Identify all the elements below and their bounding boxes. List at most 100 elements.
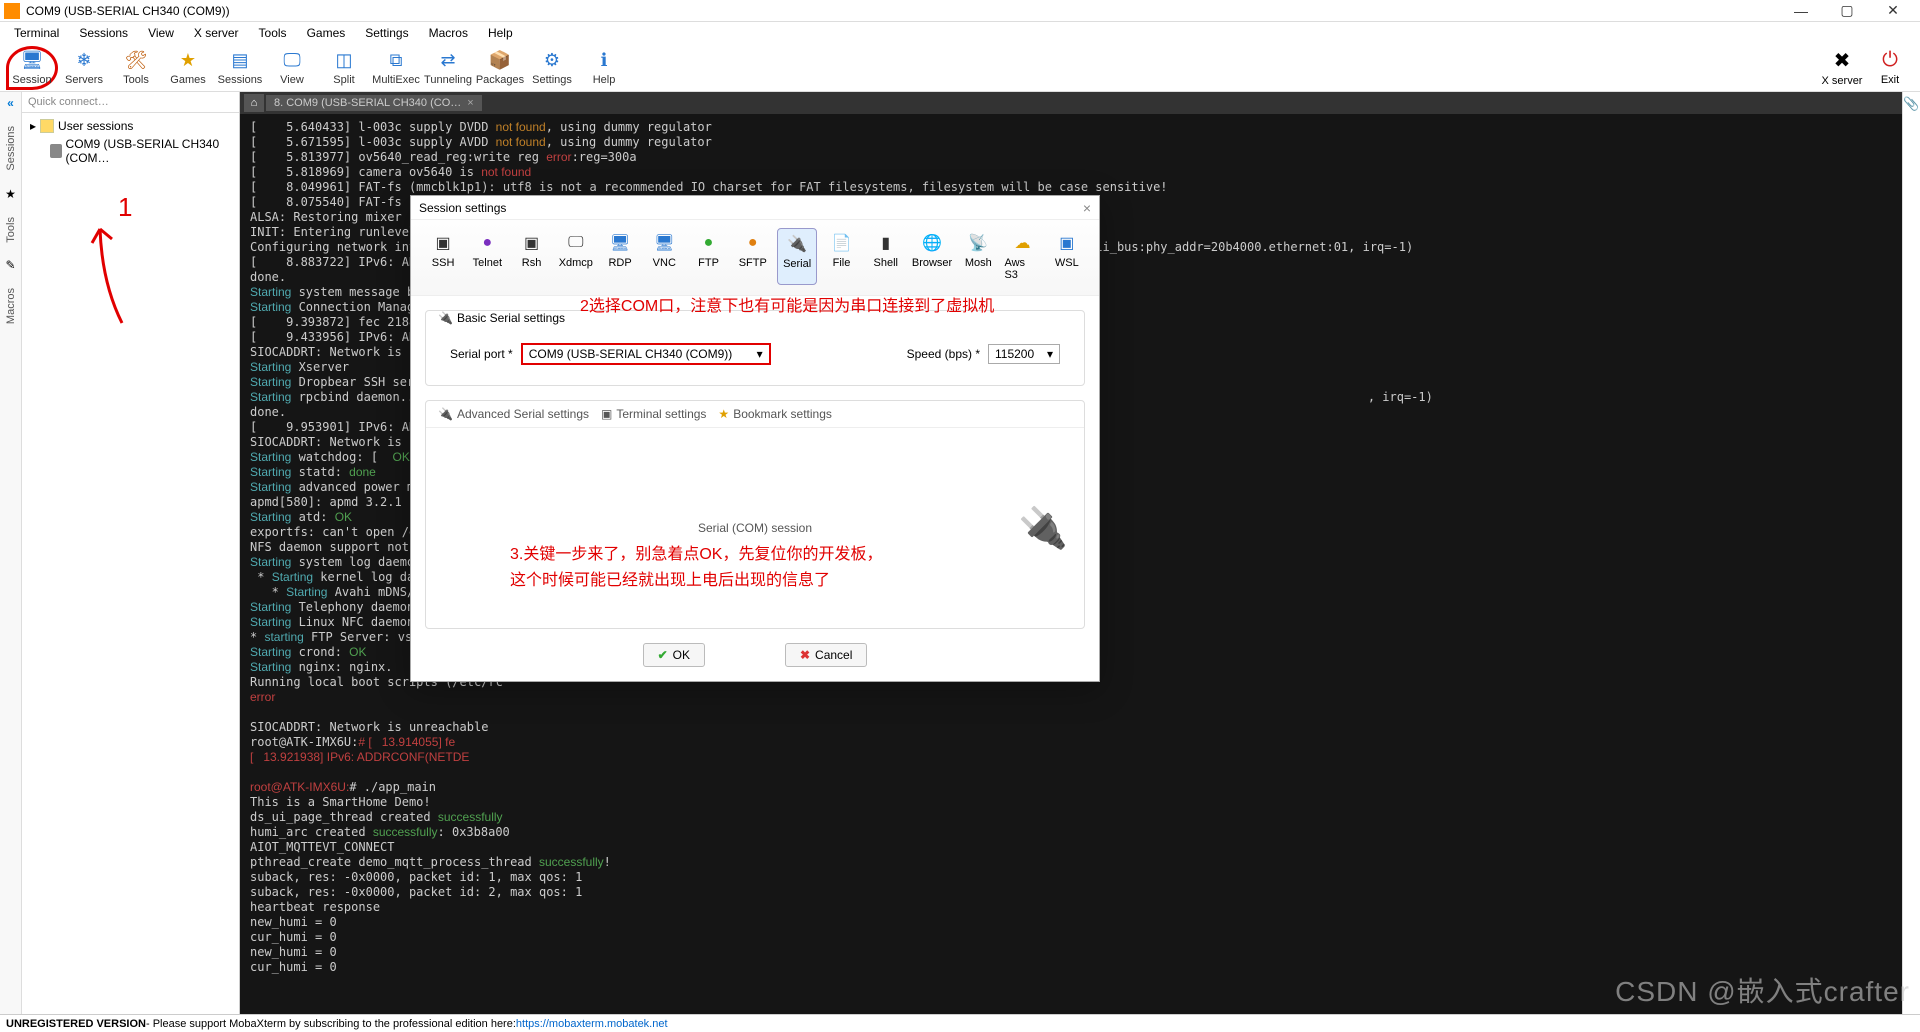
serial-port-value: COM9 (USB-SERIAL CH340 (COM9))	[529, 347, 733, 361]
dialog-title: Session settings	[419, 201, 506, 215]
minimize-button[interactable]: —	[1778, 0, 1824, 22]
proto-wsl[interactable]: ▣WSL	[1047, 228, 1087, 285]
serial-port-label: Serial port *	[450, 347, 513, 361]
servers-icon: ❄	[73, 50, 95, 72]
tab-advanced-serial[interactable]: 🔌Advanced Serial settings	[438, 407, 589, 421]
menu-bar: TerminalSessionsViewX serverToolsGamesSe…	[0, 22, 1920, 44]
toolbar-help-button[interactable]: ℹHelp	[578, 46, 630, 90]
sftp-icon: ●	[742, 232, 764, 254]
plug-icon: 🔌	[438, 407, 453, 421]
speed-combo[interactable]: 115200 ▾	[988, 344, 1060, 364]
menu-terminal[interactable]: Terminal	[6, 24, 67, 42]
folder-icon	[40, 119, 54, 133]
terminal-home-tab[interactable]: ⌂	[244, 94, 264, 112]
proto-sftp[interactable]: ●SFTP	[733, 228, 773, 285]
serial-port-combo[interactable]: COM9 (USB-SERIAL CH340 (COM9)) ▾	[521, 343, 771, 365]
toolbar-multiexec-button[interactable]: ⧉MultiExec	[370, 46, 422, 90]
vtab-macros[interactable]: Macros	[3, 282, 19, 330]
tab-terminal-settings[interactable]: ▣Terminal settings	[601, 407, 706, 421]
toolbar-view-button[interactable]: 🖵View	[266, 46, 318, 90]
menu-tools[interactable]: Tools	[251, 24, 295, 42]
menu-games[interactable]: Games	[299, 24, 354, 42]
vtab-tools[interactable]: Tools	[3, 211, 19, 249]
proto-aws-s3[interactable]: ☁Aws S3	[1002, 228, 1042, 285]
toolbar-settings-button[interactable]: ⚙Settings	[526, 46, 578, 90]
speed-value: 115200	[995, 347, 1034, 361]
settings-icon: ⚙	[541, 50, 563, 72]
annotation-arrow-1	[82, 223, 132, 333]
menu-x-server[interactable]: X server	[186, 24, 247, 42]
toolbar-sessions-button[interactable]: ▤Sessions	[214, 46, 266, 90]
star-icon: ★	[718, 407, 729, 421]
x-server-icon: ✖	[1834, 48, 1851, 73]
cancel-button[interactable]: ✖Cancel	[785, 643, 867, 667]
toolbar-session-button[interactable]: 🖥Session	[6, 46, 58, 90]
maximize-button[interactable]: ▢	[1824, 0, 1870, 22]
dialog-titlebar: Session settings ×	[411, 196, 1099, 220]
toolbar-exit-button[interactable]: ⏻Exit	[1866, 46, 1914, 90]
menu-macros[interactable]: Macros	[421, 24, 476, 42]
attach-icon[interactable]: 📎	[1903, 96, 1919, 112]
window-title: COM9 (USB-SERIAL CH340 (COM9))	[26, 4, 1778, 18]
menu-help[interactable]: Help	[480, 24, 521, 42]
proto-rsh[interactable]: ▣Rsh	[511, 228, 551, 285]
proto-serial[interactable]: 🔌Serial	[777, 228, 818, 285]
help-icon: ℹ	[593, 50, 615, 72]
browser-icon: 🌐	[921, 232, 943, 254]
tab-bookmark-settings[interactable]: ★Bookmark settings	[718, 407, 831, 421]
close-icon[interactable]: ×	[467, 97, 473, 109]
toolbar-tools-button[interactable]: 🛠Tools	[110, 46, 162, 90]
proto-telnet[interactable]: ●Telnet	[467, 228, 507, 285]
toolbar-tunneling-button[interactable]: ⇄Tunneling	[422, 46, 474, 90]
quick-connect[interactable]: Quick connect…	[22, 92, 239, 113]
terminal-tab-active[interactable]: 8. COM9 (USB-SERIAL CH340 (CO… ×	[266, 95, 482, 111]
toolbar-servers-button[interactable]: ❄Servers	[58, 46, 110, 90]
shell-icon: ▮	[875, 232, 897, 254]
view-icon: 🖵	[281, 50, 303, 72]
toolbar-split-button[interactable]: ◫Split	[318, 46, 370, 90]
tree-session-label: COM9 (USB-SERIAL CH340 (COM…	[66, 137, 231, 165]
ftp-icon: ●	[698, 232, 720, 254]
terminal-tabs: ⌂ 8. COM9 (USB-SERIAL CH340 (CO… ×	[240, 92, 1920, 114]
menu-settings[interactable]: Settings	[357, 24, 416, 42]
proto-rdp[interactable]: 🖥RDP	[600, 228, 640, 285]
status-prefix: UNREGISTERED VERSION	[6, 1018, 146, 1030]
proto-xdmcp[interactable]: 🖵Xdmcp	[556, 228, 596, 285]
tree-session-item[interactable]: COM9 (USB-SERIAL CH340 (COM…	[26, 135, 235, 167]
sidebar: Quick connect… ▸ User sessions COM9 (USB…	[22, 92, 240, 1014]
tree-root[interactable]: ▸ User sessions	[26, 117, 235, 135]
toolbar-x-server-button[interactable]: ✖X server	[1818, 46, 1866, 90]
file-icon: 📄	[831, 232, 853, 254]
toolbar-games-button[interactable]: ★Games	[162, 46, 214, 90]
terminal-tab-label: 8. COM9 (USB-SERIAL CH340 (CO…	[274, 97, 461, 109]
toolbar-packages-button[interactable]: 📦Packages	[474, 46, 526, 90]
proto-file[interactable]: 📄File	[821, 228, 861, 285]
protocol-row: ▣SSH●Telnet▣Rsh🖵Xdmcp🖥RDP🖥VNC●FTP●SFTP🔌S…	[411, 220, 1099, 296]
status-link[interactable]: https://mobaxterm.mobatek.net	[516, 1018, 668, 1030]
proto-vnc[interactable]: 🖥VNC	[644, 228, 684, 285]
proto-mosh[interactable]: 📡Mosh	[958, 228, 998, 285]
proto-ssh[interactable]: ▣SSH	[423, 228, 463, 285]
close-button[interactable]: ✕	[1870, 0, 1916, 22]
right-gutter: 📎	[1902, 92, 1920, 1014]
serial-icon: 🔌	[786, 233, 808, 255]
menu-sessions[interactable]: Sessions	[71, 24, 136, 42]
ok-button[interactable]: ✔OK	[643, 643, 705, 667]
proto-shell[interactable]: ▮Shell	[866, 228, 906, 285]
aws-s3-icon: ☁	[1012, 232, 1034, 254]
dialog-close-button[interactable]: ×	[1083, 200, 1091, 216]
vtab-sessions[interactable]: Sessions	[3, 120, 19, 177]
basic-serial-group: 🔌 Basic Serial settings Serial port * CO…	[425, 310, 1085, 386]
group-title: Basic Serial settings	[457, 311, 565, 325]
vertical-tabs: « Sessions ★ Tools ✎ Macros	[0, 92, 22, 1014]
vnc-icon: 🖥	[653, 232, 675, 254]
terminal-icon: ▣	[601, 407, 612, 421]
main-toolbar: 🖥Session❄Servers🛠Tools★Games▤Sessions🖵Vi…	[0, 44, 1920, 92]
status-text: - Please support MobaXterm by subscribin…	[146, 1018, 516, 1030]
multiexec-icon: ⧉	[385, 50, 407, 72]
menu-view[interactable]: View	[140, 24, 182, 42]
proto-ftp[interactable]: ●FTP	[688, 228, 728, 285]
collapse-icon[interactable]: «	[7, 96, 14, 110]
wsl-icon: ▣	[1056, 232, 1078, 254]
proto-browser[interactable]: 🌐Browser	[910, 228, 954, 285]
